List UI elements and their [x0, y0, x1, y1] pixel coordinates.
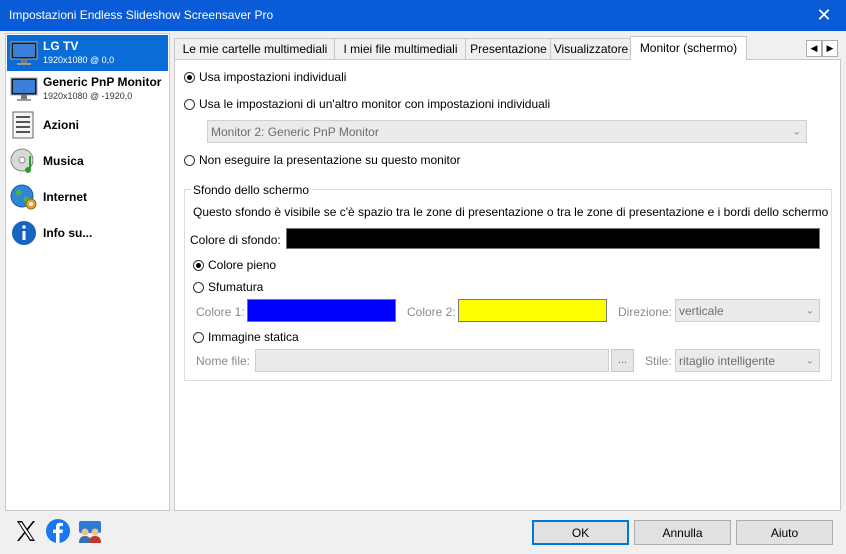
- radio-label: Usa le impostazioni di un'altro monitor …: [199, 97, 551, 111]
- browse-button[interactable]: ...: [611, 349, 634, 372]
- direction-label: Direzione:: [618, 305, 673, 319]
- style-select[interactable]: ritaglio intelligente ⌄: [675, 349, 820, 372]
- sidebar-item-label: Info su...: [43, 226, 93, 240]
- radio-individual-settings[interactable]: Usa impostazioni individuali: [184, 70, 346, 84]
- radio-label: Non eseguire la presentazione su questo …: [199, 153, 461, 167]
- background-description: Questo sfondo è visibile se c'è spazio t…: [193, 205, 829, 219]
- radio-dot: [184, 154, 195, 166]
- cancel-button[interactable]: Annulla: [634, 520, 731, 545]
- background-color-swatch[interactable]: [286, 228, 820, 249]
- window-title: Impostazioni Endless Slideshow Screensav…: [9, 8, 274, 22]
- radio-dot: [193, 259, 204, 271]
- radio-label: Sfumatura: [208, 280, 264, 294]
- radio-no-presentation[interactable]: Non eseguire la presentazione su questo …: [184, 153, 461, 167]
- community-icon[interactable]: [77, 518, 103, 544]
- radio-dot: [193, 331, 204, 343]
- tab-file-multimediali[interactable]: I miei file multimediali: [334, 38, 467, 59]
- tab-cartelle-multimediali[interactable]: Le mie cartelle multimediali: [174, 38, 336, 59]
- x-icon[interactable]: [13, 518, 39, 544]
- color1-label: Colore 1:: [196, 305, 245, 319]
- file-name-input[interactable]: [255, 349, 609, 372]
- style-label: Stile:: [645, 354, 672, 368]
- monitor-icon: [10, 41, 38, 65]
- direction-select[interactable]: verticale ⌄: [675, 299, 820, 322]
- background-group-title: Sfondo dello schermo: [191, 183, 312, 197]
- color2-label: Colore 2:: [407, 305, 456, 319]
- list-icon: [12, 111, 34, 139]
- sidebar-item-lg-tv[interactable]: LG TV 1920x1080 @ 0,0: [7, 35, 168, 71]
- radio-solid-color[interactable]: Colore pieno: [193, 258, 276, 272]
- chevron-left-icon: ◀: [810, 43, 818, 53]
- tab-presentazione[interactable]: Presentazione: [465, 38, 552, 59]
- chevron-down-icon: ⌄: [805, 305, 814, 316]
- sidebar-item-internet[interactable]: Internet: [7, 179, 168, 215]
- title-bar: Impostazioni Endless Slideshow Screensav…: [0, 0, 846, 31]
- radio-dot: [193, 281, 204, 293]
- radio-static-image[interactable]: Immagine statica: [193, 330, 299, 344]
- monitor-icon: [10, 77, 38, 101]
- color2-swatch[interactable]: [458, 299, 607, 322]
- music-disc-icon: [10, 148, 34, 173]
- file-name-label: Nome file:: [196, 354, 251, 368]
- globe-gear-icon: [10, 184, 37, 210]
- sidebar-item-sublabel: 1920x1080 @ -1920,0: [43, 91, 133, 101]
- radio-dot: [184, 71, 195, 83]
- radio-other-monitor-settings[interactable]: Usa le impostazioni di un'altro monitor …: [184, 97, 550, 111]
- facebook-icon[interactable]: [45, 518, 71, 544]
- select-value: verticale: [679, 303, 724, 318]
- chevron-right-icon: ▶: [826, 43, 834, 53]
- select-value: ritaglio intelligente: [679, 353, 776, 368]
- radio-gradient[interactable]: Sfumatura: [193, 280, 263, 294]
- sidebar-item-azioni[interactable]: Azioni: [7, 107, 168, 143]
- tab-visualizzatore[interactable]: Visualizzatore: [550, 38, 632, 59]
- radio-label: Usa impostazioni individuali: [199, 70, 347, 84]
- sidebar-item-label: LG TV: [43, 39, 79, 53]
- sidebar-item-label: Internet: [43, 190, 88, 204]
- select-value: Monitor 2: Generic PnP Monitor: [211, 124, 379, 139]
- tab-scroll-right-button[interactable]: ▶: [822, 40, 838, 57]
- close-icon: ✕: [816, 5, 832, 25]
- radio-label: Colore pieno: [208, 258, 277, 272]
- radio-dot: [184, 98, 195, 110]
- color1-swatch[interactable]: [247, 299, 396, 322]
- sidebar: LG TV 1920x1080 @ 0,0 Generic PnP Monito…: [5, 33, 170, 511]
- radio-label: Immagine statica: [208, 330, 299, 344]
- sidebar-item-label: Azioni: [43, 118, 79, 132]
- help-button[interactable]: Aiuto: [736, 520, 833, 545]
- sidebar-item-musica[interactable]: Musica: [7, 143, 168, 179]
- close-button[interactable]: ✕: [802, 0, 846, 31]
- sidebar-item-info[interactable]: Info su...: [7, 215, 168, 251]
- sidebar-item-label: Musica: [43, 154, 84, 168]
- sidebar-item-sublabel: 1920x1080 @ 0,0: [43, 55, 115, 65]
- ok-button[interactable]: OK: [532, 520, 629, 545]
- sidebar-item-label: Generic PnP Monitor: [43, 75, 162, 89]
- info-icon: [12, 221, 36, 245]
- sidebar-item-generic-pnp-monitor[interactable]: Generic PnP Monitor 1920x1080 @ -1920,0: [7, 71, 168, 107]
- tab-monitor[interactable]: Monitor (schermo): [630, 36, 747, 60]
- other-monitor-select[interactable]: Monitor 2: Generic PnP Monitor ⌄: [207, 120, 807, 143]
- tab-scroll-left-button[interactable]: ◀: [806, 40, 822, 57]
- background-color-label: Colore di sfondo:: [190, 233, 281, 247]
- chevron-down-icon: ⌄: [792, 126, 801, 137]
- chevron-down-icon: ⌄: [805, 355, 814, 366]
